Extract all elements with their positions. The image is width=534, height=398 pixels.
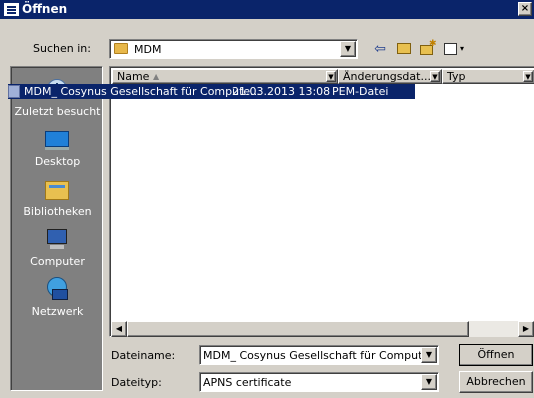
place-label: Zuletzt besucht <box>14 105 101 118</box>
chevron-down-icon[interactable]: ▼ <box>340 41 356 57</box>
scroll-right-icon[interactable]: ▶ <box>518 321 534 337</box>
chevron-down-icon[interactable]: ▼ <box>326 71 336 82</box>
place-network[interactable]: Netzwerk <box>11 275 104 325</box>
filetype-label: Dateityp: <box>111 376 162 389</box>
chevron-down-icon[interactable]: ▼ <box>430 71 440 82</box>
view-menu-icon[interactable]: ▾ <box>441 39 471 59</box>
column-label: Name <box>117 70 150 83</box>
desktop-icon <box>44 127 70 151</box>
window-title: Öffnen <box>22 2 68 16</box>
chevron-down-icon[interactable]: ▼ <box>421 347 437 363</box>
place-label: Netzwerk <box>31 305 84 318</box>
up-folder-icon[interactable] <box>394 39 414 59</box>
place-recent[interactable]: Zuletzt besucht <box>11 75 104 125</box>
column-label: Änderungsdat... <box>343 70 431 83</box>
computer-icon <box>44 227 70 251</box>
file-name: MDM_ Cosynus Gesellschaft für Compute... <box>24 85 261 98</box>
place-label: Desktop <box>34 155 81 168</box>
look-in-combo[interactable]: MDM ▼ <box>109 39 358 59</box>
new-folder-icon[interactable]: ✱ <box>417 39 437 59</box>
back-arrow-icon[interactable]: ⇦ <box>370 39 390 59</box>
file-list[interactable]: Name ▲ ▼ Änderungsdat... ▼ Typ ▼ <box>109 66 534 337</box>
column-header-name[interactable]: Name ▲ ▼ <box>112 69 338 84</box>
title-bar[interactable]: Öffnen × <box>0 0 534 19</box>
network-icon <box>44 277 70 301</box>
filename-field[interactable]: MDM_ Cosynus Gesellschaft für Computersy… <box>199 345 439 365</box>
horizontal-scrollbar[interactable]: ◀ ▶ <box>111 321 534 337</box>
file-modified: 21.03.2013 13:08 <box>232 85 331 98</box>
file-type: PEM-Datei <box>332 85 389 98</box>
place-label: Computer <box>30 255 85 268</box>
folder-icon <box>114 43 128 54</box>
chevron-down-icon[interactable]: ▼ <box>421 374 437 390</box>
column-label: Typ <box>447 70 466 83</box>
place-label: Bibliotheken <box>23 205 92 218</box>
place-desktop[interactable]: Desktop <box>11 125 104 175</box>
place-computer[interactable]: Computer <box>11 225 104 275</box>
column-headers: Name ▲ ▼ Änderungsdat... ▼ Typ ▼ <box>112 69 534 84</box>
filename-label: Dateiname: <box>111 349 176 362</box>
place-libraries[interactable]: Bibliotheken <box>11 175 104 225</box>
chevron-down-icon[interactable]: ▼ <box>523 71 533 82</box>
close-icon[interactable]: × <box>518 2 532 16</box>
look-in-label: Suchen in: <box>33 42 91 55</box>
column-header-type[interactable]: Typ ▼ <box>442 69 534 84</box>
column-header-modified[interactable]: Änderungsdat... ▼ <box>338 69 442 84</box>
dialog-icon <box>4 3 19 16</box>
file-icon <box>8 85 20 98</box>
filetype-value: APNS certificate <box>203 376 292 389</box>
table-row[interactable]: MDM_ Cosynus Gesellschaft für Compute...… <box>8 84 415 99</box>
filetype-select[interactable]: APNS certificate ▼ <box>199 372 439 392</box>
scrollbar-thumb[interactable] <box>127 321 469 337</box>
open-button[interactable]: Öffnen <box>459 344 533 366</box>
libraries-icon <box>44 177 70 201</box>
filename-value: MDM_ Cosynus Gesellschaft für Computersy… <box>203 349 421 362</box>
cancel-button[interactable]: Abbrechen <box>459 371 533 393</box>
sort-up-icon: ▲ <box>153 72 160 81</box>
places-bar: Zuletzt besucht Desktop Bibliotheken Com… <box>10 66 103 391</box>
look-in-value: MDM <box>134 43 162 56</box>
scroll-left-icon[interactable]: ◀ <box>111 321 127 337</box>
